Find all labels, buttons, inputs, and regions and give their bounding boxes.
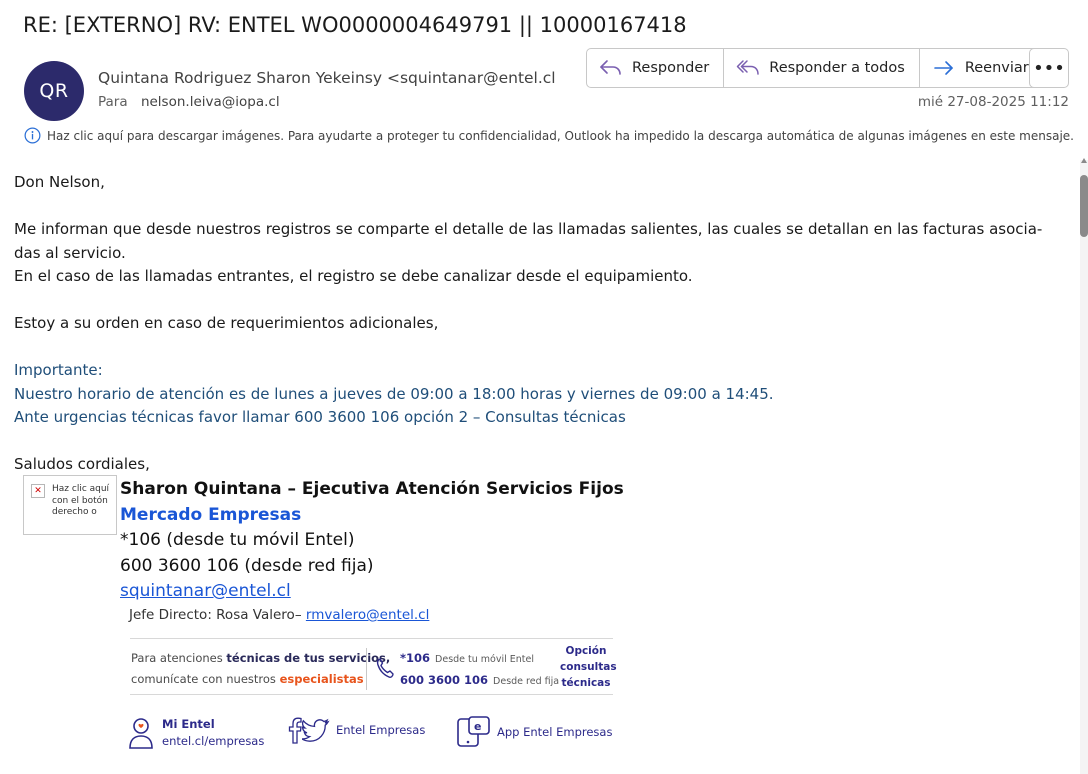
facebook-icon <box>288 717 302 744</box>
mientel-link[interactable]: Mi Entel entel.cl/empresas <box>128 716 264 750</box>
banner-option-text: técnicas <box>561 677 611 689</box>
phone-icon <box>376 658 394 678</box>
banner-mobile-number: *106 <box>400 651 431 665</box>
forward-label: Reenviar <box>964 60 1029 76</box>
signature-email-link[interactable]: squintanar@entel.cl <box>120 579 624 605</box>
message-body: Don Nelson, Me informan que desde nuestr… <box>14 171 1066 477</box>
signature-dept: Mercado Empresas <box>120 504 302 525</box>
divider <box>130 694 613 695</box>
signature: Sharon Quintana – Ejecutiva Atención Ser… <box>120 477 624 605</box>
banner-option-text: consultas <box>560 661 617 673</box>
svg-text:e: e <box>474 720 481 733</box>
blocked-images-text: Haz clic aquí para descargar imágenes. P… <box>47 128 1074 143</box>
mientel-title: Mi Entel <box>162 717 215 731</box>
sender-avatar[interactable]: QR <box>24 61 84 121</box>
forward-icon <box>934 61 953 75</box>
social-link[interactable]: Entel Empresas <box>288 716 425 744</box>
banner-option-text: Opción <box>565 645 607 657</box>
greeting: Don Nelson, <box>14 173 105 191</box>
reply-all-label: Responder a todos <box>769 60 905 76</box>
important-hours: Nuestro horario de atención es de lunes … <box>14 384 774 403</box>
closing: Saludos cordiales, <box>14 455 150 473</box>
banner-divider <box>366 648 367 690</box>
user-heart-icon <box>129 718 153 749</box>
social-label: Entel Empresas <box>336 723 426 737</box>
mobile-app-icon: e <box>457 716 490 747</box>
email-subject: RE: [EXTERNO] RV: ENTEL WO0000004649791 … <box>23 13 687 37</box>
important-urgencies: Ante urgencias técnicas favor llamar 600… <box>14 408 626 426</box>
app-link[interactable]: e App Entel Empresas <box>456 716 612 748</box>
banner-mobile-note: Desde tu móvil Entel <box>435 654 535 665</box>
body-line: Me informan que desde nuestros registros… <box>14 220 1043 238</box>
info-icon <box>24 127 41 144</box>
recipient-address[interactable]: nelson.leiva@iopa.cl <box>141 94 280 110</box>
supervisor-email-link[interactable]: rmvalero@entel.cl <box>306 607 429 623</box>
message-datetime: mié 27-08-2025 11:12 <box>917 94 1069 110</box>
banner-highlight: especialistas <box>279 672 364 686</box>
banner-option: Opción consultas técnicas <box>560 643 617 691</box>
body-line: das al servicio. <box>14 243 126 262</box>
banner-text: comunícate con nuestros <box>131 672 280 686</box>
to-label: Para <box>98 94 128 110</box>
signature-mobile: *106 (desde tu móvil Entel) <box>120 530 355 550</box>
reply-icon <box>600 60 621 75</box>
broken-image-icon: ✕ <box>31 484 45 498</box>
banner-phones: *106 Desde tu móvil Entel 600 3600 106 Des… <box>400 648 559 692</box>
banner-landline-number: 600 3600 106 <box>400 673 489 687</box>
body-line: En el caso de las llamadas entrantes, el… <box>14 267 693 285</box>
blocked-images-notice[interactable]: Haz clic aquí para descargar imágenes. P… <box>24 127 1074 144</box>
reply-button[interactable]: Responder <box>587 49 725 87</box>
important-label: Importante: <box>14 361 103 379</box>
placeholder-text: Haz clic aquí con el botón derecho o <box>52 484 110 517</box>
sender-name[interactable]: Quintana Rodriguez Sharon Yekeinsy <squi… <box>98 69 556 87</box>
supervisor-label: Jefe Directo: Rosa Valero– <box>129 607 302 623</box>
blocked-image-placeholder[interactable]: ✕ Haz clic aquí con el botón derecho o <box>23 475 117 535</box>
mientel-url: entel.cl/empresas <box>162 734 265 748</box>
body-line: Estoy a su orden en caso de requerimient… <box>14 314 439 332</box>
signature-name: Sharon Quintana – Ejecutiva Atención Ser… <box>120 479 624 499</box>
scroll-up-arrow[interactable] <box>1081 158 1087 163</box>
banner-landline-note: Desde red fija <box>493 676 560 687</box>
signature-landline: 600 3600 106 (desde red fija) <box>120 555 374 576</box>
banner-text: Para atenciones <box>131 651 227 665</box>
reply-all-button[interactable]: Responder a todos <box>724 49 920 87</box>
reply-all-icon <box>737 60 760 75</box>
forward-button[interactable]: Reenviar <box>920 49 1043 87</box>
scrollbar-thumb[interactable] <box>1080 175 1088 237</box>
twitter-icon <box>302 718 330 742</box>
more-actions-button[interactable]: ••• <box>1029 48 1069 88</box>
recipient-row: Para nelson.leiva@iopa.cl <box>98 94 280 110</box>
supervisor-line: Jefe Directo: Rosa Valero– rmvalero@ente… <box>129 607 429 623</box>
divider <box>130 638 613 639</box>
scrollbar-track[interactable] <box>1080 160 1088 774</box>
reply-label: Responder <box>632 60 710 76</box>
message-actions: Responder Responder a todos Reenviar <box>586 48 1044 88</box>
banner-specialists: Para atenciones técnicas de tus servicio… <box>131 648 390 690</box>
app-label: App Entel Empresas <box>497 725 613 739</box>
